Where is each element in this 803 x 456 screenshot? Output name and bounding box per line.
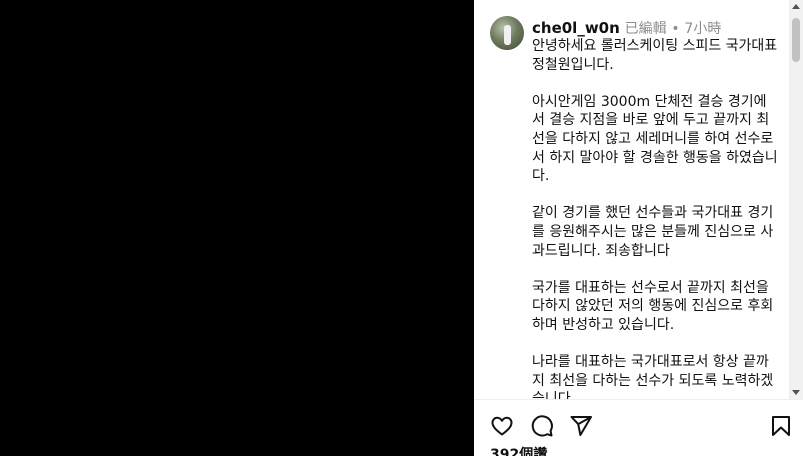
avatar[interactable] xyxy=(490,16,524,50)
caption-paragraph: 아시안게임 3000m 단체전 결승 경기에서 결승 지점을 바로 앞에 두고 … xyxy=(532,93,778,185)
caption-paragraph: 나라를 대표하는 국가대표로서 항상 끝까지 최선을 다하는 선수가 되도록 노… xyxy=(532,354,774,399)
like-button[interactable] xyxy=(489,413,515,439)
username-link[interactable]: che0l_w0n xyxy=(532,19,620,37)
caption-paragraph: 국가를 대표하는 선수로서 끝까지 최선을 다하지 않았던 저의 행동에 진심으… xyxy=(532,279,774,333)
divider xyxy=(474,399,803,400)
caption-paragraph: 안녕하세요 롤러스케이팅 스피드 국가대표 정철원입니다. xyxy=(532,38,778,73)
bookmark-icon xyxy=(772,416,790,436)
heart-icon xyxy=(491,416,513,436)
meta-separator: • xyxy=(671,21,680,37)
caption-scroll-area[interactable]: che0l_w0n 已編輯 • 7小時 안녕하세요 롤러스케이팅 스피드 국가대… xyxy=(474,0,789,399)
scroll-thumb[interactable] xyxy=(792,18,800,62)
comment-bubble-icon xyxy=(531,415,553,437)
save-button[interactable] xyxy=(768,413,794,439)
scroll-down-arrow-icon[interactable] xyxy=(792,390,800,395)
share-button[interactable] xyxy=(568,413,594,439)
edited-label: 已編輯 xyxy=(624,21,667,37)
post-media xyxy=(0,0,474,456)
avatar-figure xyxy=(504,25,511,45)
comment-button[interactable] xyxy=(529,413,555,439)
like-count[interactable]: 392個讚 xyxy=(490,444,547,456)
paper-plane-icon xyxy=(570,416,592,436)
scroll-up-arrow-icon[interactable] xyxy=(792,4,800,9)
post-time[interactable]: 7小時 xyxy=(684,21,721,37)
caption-paragraph: 같이 경기를 했던 선수들과 국가대표 경기를 응원해주시는 많은 분들께 진심… xyxy=(532,205,774,259)
caption-scrollbar[interactable] xyxy=(789,0,803,399)
post-side-panel: che0l_w0n 已編輯 • 7小時 안녕하세요 롤러스케이팅 스피드 국가대… xyxy=(474,0,803,456)
author-line: che0l_w0n 已編輯 • 7小時 xyxy=(532,19,721,38)
post-caption: 안녕하세요 롤러스케이팅 스피드 국가대표 정철원입니다. 아시안게임 3000… xyxy=(532,37,778,399)
